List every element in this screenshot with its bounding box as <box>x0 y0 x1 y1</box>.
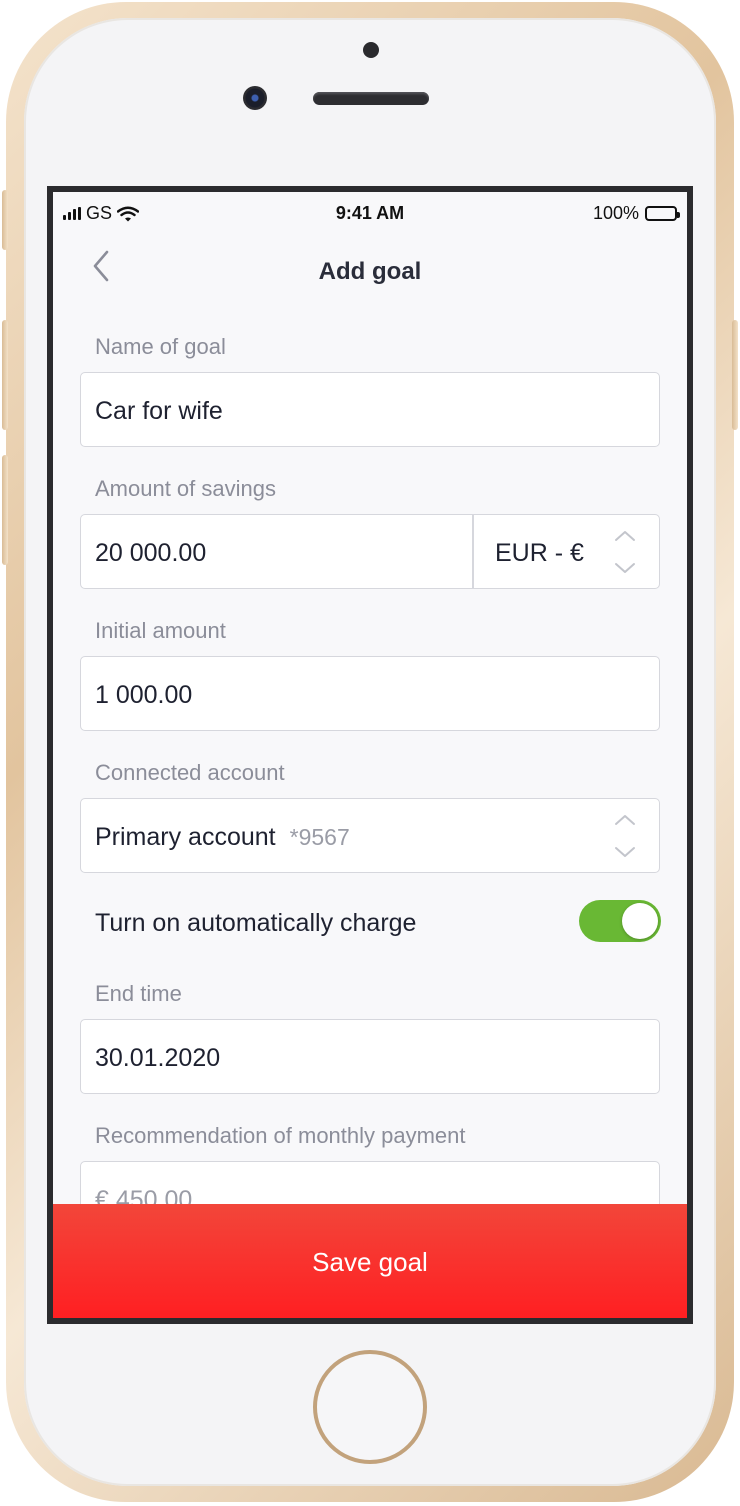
amount-of-savings-field: 20 000.00 EUR - € <box>80 514 660 589</box>
proximity-sensor <box>363 42 379 58</box>
connected-account-label: Connected account <box>95 760 285 785</box>
account-name: Primary account <box>95 823 276 851</box>
initial-amount-input[interactable]: 1 000.00 <box>80 656 660 731</box>
connected-account-value: Primary account *9567 <box>95 823 350 852</box>
side-button-left-1 <box>2 190 8 250</box>
page-title: Add goal <box>318 258 422 285</box>
currency-stepper-icon[interactable] <box>613 529 637 575</box>
end-time-input[interactable]: 30.01.2020 <box>80 1019 660 1094</box>
auto-charge-label: Turn on automatically charge <box>95 909 417 937</box>
status-bar: GS 9:41 AM 100% <box>53 192 687 232</box>
save-goal-button[interactable]: Save goal <box>53 1204 687 1318</box>
side-button-left-3 <box>2 455 8 565</box>
home-button[interactable] <box>313 1350 427 1464</box>
end-time-value: 30.01.2020 <box>95 1044 221 1072</box>
toggle-knob <box>622 903 658 939</box>
nav-bar: Add goal <box>53 232 687 312</box>
name-of-goal-value: Car for wife <box>95 397 223 425</box>
front-camera-icon <box>243 86 267 110</box>
initial-amount-label: Initial amount <box>95 618 226 643</box>
initial-amount-value: 1 000.00 <box>95 681 193 709</box>
account-stepper-icon[interactable] <box>613 813 637 859</box>
field-divider <box>472 515 474 588</box>
currency-select[interactable]: EUR - € <box>495 539 584 568</box>
earpiece-speaker <box>313 92 429 105</box>
account-number: *9567 <box>289 824 350 850</box>
status-time: 9:41 AM <box>335 203 405 223</box>
side-button-left-2 <box>2 320 8 430</box>
amount-of-savings-label: Amount of savings <box>95 476 276 501</box>
side-button-right <box>732 320 738 430</box>
auto-charge-toggle[interactable] <box>579 900 661 942</box>
status-right: 100% <box>592 203 680 224</box>
battery-icon <box>645 206 680 221</box>
end-time-label: End time <box>95 981 182 1006</box>
name-of-goal-input[interactable]: Car for wife <box>80 372 660 447</box>
battery-percentage: 100% <box>592 203 639 223</box>
app-screen: GS 9:41 AM 100% Add goal Name of goal Ca… <box>47 186 693 1324</box>
recommendation-label: Recommendation of monthly payment <box>95 1123 466 1148</box>
amount-of-savings-input[interactable]: 20 000.00 <box>95 539 206 568</box>
name-of-goal-label: Name of goal <box>95 334 226 359</box>
connected-account-select[interactable]: Primary account *9567 <box>80 798 660 873</box>
